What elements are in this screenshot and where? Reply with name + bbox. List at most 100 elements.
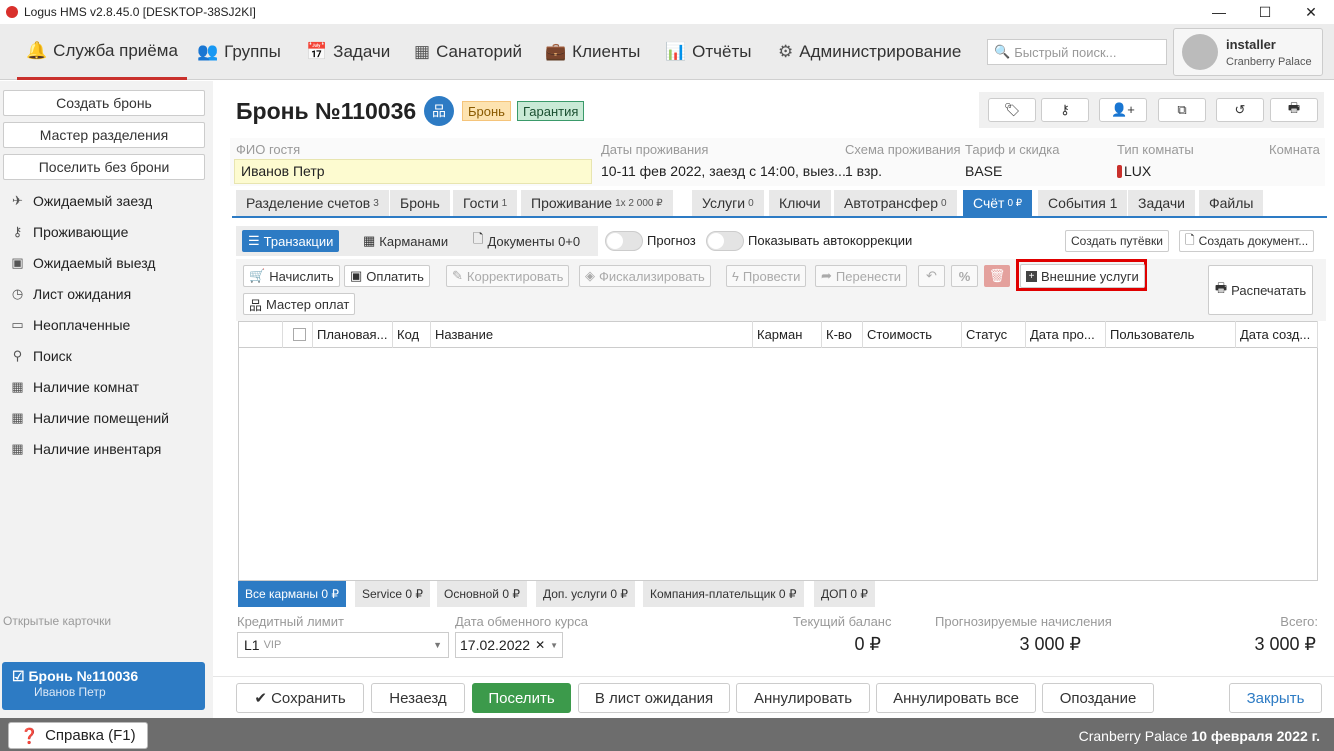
column-header[interactable]: Плановая... bbox=[313, 321, 393, 348]
tab-7[interactable]: Счёт 0 ₽ bbox=[963, 190, 1033, 216]
tab-9[interactable]: Задачи bbox=[1128, 190, 1196, 216]
hierarchy-icon[interactable]: 品 bbox=[424, 96, 454, 126]
share-icon: ➦ bbox=[821, 268, 832, 283]
waitlist-button[interactable]: В лист ожидания bbox=[578, 683, 730, 713]
tariff-value[interactable]: BASE bbox=[965, 163, 1002, 179]
user-menu[interactable]: installer Cranberry Palace bbox=[1173, 28, 1323, 76]
close-booking-button[interactable]: Закрыть bbox=[1229, 683, 1322, 713]
cancel-all-button[interactable]: Аннулировать все bbox=[876, 683, 1036, 713]
print-account-button[interactable]: 🖶 Распечатать bbox=[1208, 265, 1313, 315]
cancel-button[interactable]: Аннулировать bbox=[736, 683, 870, 713]
sidebar-item-expected-arrival[interactable]: ✈ Ожидаемый заезд bbox=[10, 189, 152, 213]
tab-1[interactable]: Бронь bbox=[390, 190, 450, 216]
sidebar-item-room-availability[interactable]: ▦ Наличие комнат bbox=[10, 375, 139, 399]
close-button[interactable]: ✕ bbox=[1288, 0, 1334, 24]
quick-search-input[interactable]: 🔍 Быстрый поиск... bbox=[987, 39, 1167, 65]
fiscalize-button[interactable]: ◈ Фискализировать bbox=[579, 265, 711, 287]
pocket-tab[interactable]: Компания-плательщик 0 ₽ bbox=[643, 581, 804, 607]
charge-button[interactable]: 🛒 Начислить bbox=[243, 265, 340, 287]
payment-wizard-button[interactable]: 品 Мастер оплат bbox=[243, 293, 356, 315]
tab-2[interactable]: Гости 1 bbox=[453, 190, 518, 216]
check-in-button[interactable]: Поселить bbox=[472, 683, 571, 713]
save-button[interactable]: ✔ Сохранить bbox=[236, 683, 364, 713]
nav-tasks[interactable]: 📅 Задачи bbox=[306, 24, 390, 80]
checkin-without-booking-button[interactable]: Поселить без брони bbox=[3, 154, 205, 180]
print-button[interactable]: 🖶 bbox=[1270, 98, 1318, 122]
tab-5[interactable]: Ключи bbox=[769, 190, 831, 216]
discount-button[interactable]: % bbox=[951, 265, 978, 287]
tab-8[interactable]: События 1 bbox=[1038, 190, 1128, 216]
pay-button[interactable]: ▣ Оплатить bbox=[344, 265, 430, 287]
add-guest-button[interactable]: 👤+ bbox=[1099, 98, 1147, 122]
help-button[interactable]: ❓ Справка (F1) bbox=[8, 722, 148, 749]
tab-4[interactable]: Услуги 0 bbox=[692, 190, 764, 216]
exchange-date-label: Дата обменного курса bbox=[455, 614, 588, 629]
sidebar-item-search[interactable]: ⚲ Поиск bbox=[10, 344, 72, 368]
column-header[interactable]: Карман bbox=[753, 321, 822, 348]
view-transactions-button[interactable]: ☰ Транзакции bbox=[242, 230, 340, 252]
nav-clients[interactable]: 💼 Клиенты bbox=[545, 24, 640, 80]
sidebar-item-unpaid[interactable]: ▭ Неоплаченные bbox=[10, 313, 130, 337]
sidebar-item-inventory-availability[interactable]: ▦ Наличие инвентаря bbox=[10, 437, 161, 461]
nav-groups[interactable]: 👥 Группы bbox=[197, 24, 281, 80]
credit-limit-select[interactable]: L1 VIP ▼ bbox=[237, 632, 449, 658]
sidebar-item-waitlist[interactable]: ◷ Лист ожидания bbox=[10, 282, 131, 306]
pocket-tab[interactable]: Все карманы 0 ₽ bbox=[238, 581, 347, 607]
post-button[interactable]: ϟ Провести bbox=[726, 265, 807, 287]
tab-3[interactable]: Проживание 1x 2 000 ₽ bbox=[521, 190, 673, 216]
column-header[interactable]: Код bbox=[393, 321, 431, 348]
tab-0[interactable]: Разделение счетов 3 bbox=[236, 190, 389, 216]
pocket-tab[interactable]: Доп. услуги 0 ₽ bbox=[536, 581, 636, 607]
open-card-booking[interactable]: ☑ Бронь №110036 Иванов Петр bbox=[2, 662, 205, 710]
maximize-button[interactable]: ☐ bbox=[1242, 0, 1288, 24]
copy-button[interactable]: ⧉ bbox=[1158, 98, 1206, 122]
autocorrections-toggle[interactable] bbox=[706, 231, 744, 251]
history-button[interactable]: ↺ bbox=[1216, 98, 1264, 122]
view-pockets-button[interactable]: ▦ Карманами bbox=[358, 230, 453, 252]
create-booking-button[interactable]: Создать бронь bbox=[3, 90, 205, 116]
column-header[interactable]: Стоимость bbox=[863, 321, 962, 348]
no-show-button[interactable]: Незаезд bbox=[371, 683, 465, 713]
sidebar-item-expected-departure[interactable]: ▣ Ожидаемый выезд bbox=[10, 251, 155, 275]
column-header[interactable]: К-во bbox=[822, 321, 863, 348]
pocket-tab[interactable]: ДОП 0 ₽ bbox=[814, 581, 876, 607]
create-document-button[interactable]: 🗋 Создать документ... bbox=[1179, 230, 1315, 252]
split-wizard-button[interactable]: Мастер разделения bbox=[3, 122, 205, 148]
column-header[interactable]: Название bbox=[431, 321, 753, 348]
tab-6[interactable]: Автотрансфер 0 bbox=[834, 190, 957, 216]
scheme-value[interactable]: 1 взр. bbox=[845, 163, 882, 179]
room-type-value[interactable]: LUX bbox=[1117, 163, 1151, 179]
tab-10[interactable]: Файлы bbox=[1199, 190, 1264, 216]
create-vouchers-button[interactable]: Создать путёвки bbox=[1065, 230, 1169, 252]
select-all-checkbox[interactable] bbox=[283, 321, 313, 348]
transfer-button[interactable]: ➦ Перенести bbox=[815, 265, 908, 287]
pocket-tab[interactable]: Service 0 ₽ bbox=[355, 581, 430, 607]
column-header[interactable]: Статус bbox=[962, 321, 1026, 348]
nav-sanatorium[interactable]: ▦ Санаторий bbox=[414, 24, 522, 80]
main-nav: 🔔 Служба приёма 👥 Группы 📅 Задачи ▦ Санатори… bbox=[0, 24, 1334, 80]
sidebar-item-in-house[interactable]: ⚷ Проживающие bbox=[10, 220, 129, 244]
column-header[interactable]: Дата про... bbox=[1026, 321, 1106, 348]
nav-reports[interactable]: 📊 Отчёты bbox=[665, 24, 752, 80]
nav-front-desk[interactable]: 🔔 Служба приёма bbox=[17, 24, 187, 80]
forecast-toggle[interactable] bbox=[605, 231, 643, 251]
delete-button[interactable]: 🗑 bbox=[984, 265, 1010, 287]
column-header[interactable]: Пользователь bbox=[1106, 321, 1236, 348]
tab-count: 0 bbox=[941, 197, 947, 209]
external-services-button[interactable]: + Внешние услуги bbox=[1020, 264, 1145, 288]
tags-button[interactable]: 🏷 bbox=[988, 98, 1036, 122]
clear-icon[interactable]: ✕ bbox=[535, 638, 545, 652]
sidebar-item-label: Наличие комнат bbox=[33, 379, 139, 395]
undo-button[interactable]: ↶ bbox=[918, 265, 945, 287]
minimize-button[interactable]: — bbox=[1196, 0, 1242, 24]
sidebar-item-space-availability[interactable]: ▦ Наличие помещений bbox=[10, 406, 169, 430]
late-button[interactable]: Опоздание bbox=[1042, 683, 1154, 713]
pocket-tab[interactable]: Основной 0 ₽ bbox=[437, 581, 527, 607]
column-header[interactable]: Дата созд... bbox=[1236, 321, 1318, 348]
exchange-date-select[interactable]: 17.02.2022 ✕ ▼ bbox=[455, 632, 563, 658]
correct-button[interactable]: ✎ Корректировать bbox=[446, 265, 570, 287]
keys-button[interactable]: ⚷ bbox=[1041, 98, 1089, 122]
dates-value[interactable]: 10-11 фев 2022, заезд с 14:00, выез... bbox=[601, 163, 846, 179]
view-documents-button[interactable]: 🗋 Документы 0+0 bbox=[468, 230, 585, 252]
nav-admin[interactable]: ⚙ Администрирование bbox=[778, 24, 961, 80]
